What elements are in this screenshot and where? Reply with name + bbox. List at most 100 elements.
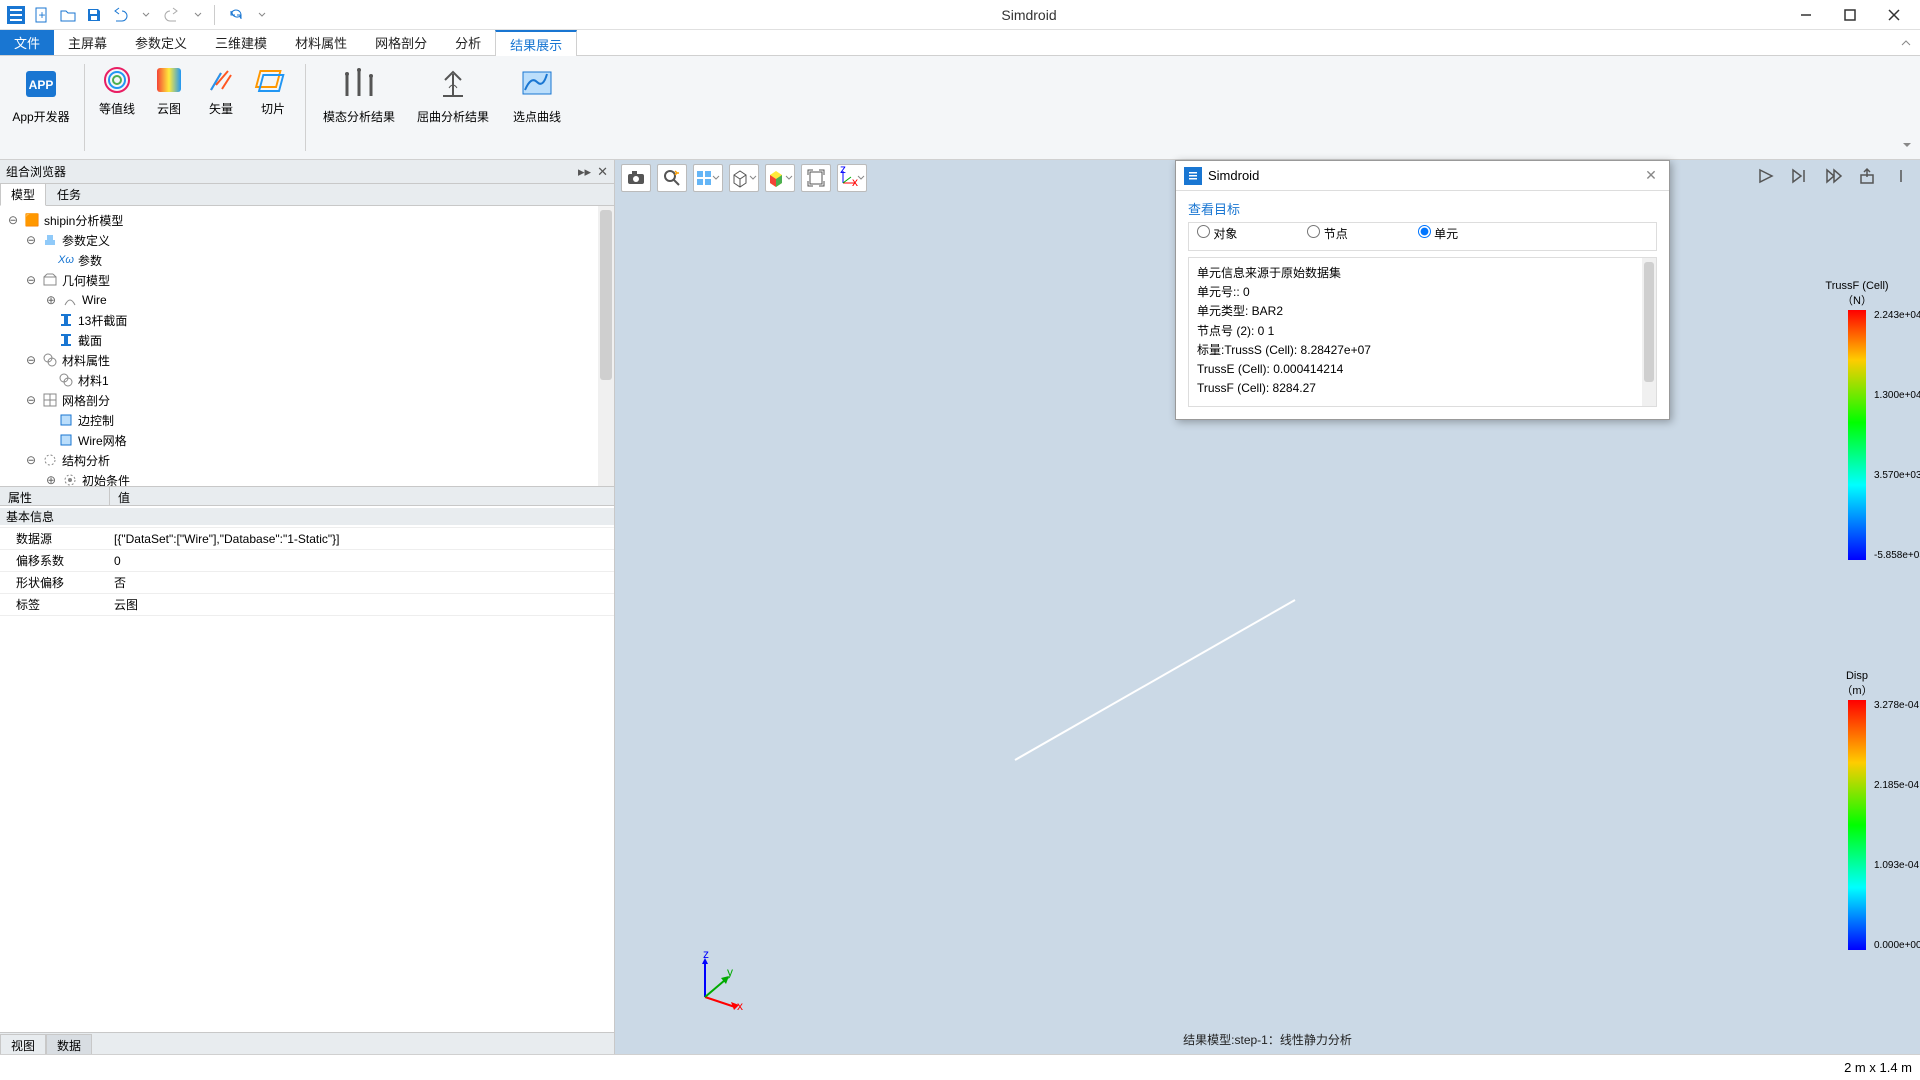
app-developer-button[interactable]: APP App开发器 — [6, 60, 76, 155]
prop-row[interactable]: 数据源[{"DataSet":["Wire"],"Database":"1-St… — [0, 528, 614, 550]
statusbar: 2 m x 1.4 m — [0, 1054, 1920, 1080]
undo-icon[interactable] — [108, 3, 132, 27]
tab-home[interactable]: 主屏幕 — [54, 30, 121, 55]
redo-dropdown-icon[interactable] — [186, 3, 210, 27]
tree-init-cond[interactable]: 初始条件 — [82, 472, 130, 487]
radio-node[interactable]: 节点 — [1307, 225, 1347, 242]
tab-mesh[interactable]: 网格剖分 — [361, 30, 441, 55]
export-icon[interactable] — [1852, 162, 1882, 190]
color-cube-icon[interactable] — [765, 164, 795, 192]
tree-struct[interactable]: 结构分析 — [62, 452, 110, 469]
fast-forward-icon[interactable]: ▸▸ — [578, 164, 591, 180]
contour-label: 等值线 — [99, 100, 135, 117]
buckling-result-button[interactable]: 屈曲分析结果 — [408, 60, 498, 155]
tab-results[interactable]: 结果展示 — [495, 30, 577, 56]
tree-section[interactable]: 截面 — [78, 332, 102, 349]
tab-params[interactable]: 参数定义 — [121, 30, 201, 55]
tree-wire[interactable]: Wire — [82, 293, 107, 307]
popup-title: Simdroid — [1208, 168, 1259, 183]
minimize-button[interactable] — [1784, 1, 1828, 29]
tab-3d[interactable]: 三维建模 — [201, 30, 281, 55]
tree-scrollbar[interactable] — [598, 206, 614, 486]
info-scrollbar[interactable] — [1642, 258, 1656, 406]
tree-geom[interactable]: 几何模型 — [62, 272, 110, 289]
tree-sec13[interactable]: 13杆截面 — [78, 312, 127, 329]
close-panel-icon[interactable]: ✕ — [597, 164, 608, 180]
zoom-icon[interactable] — [657, 164, 687, 192]
modal-result-button[interactable]: 模态分析结果 — [314, 60, 404, 155]
app-title: Simdroid — [274, 7, 1784, 23]
radio-cell[interactable]: 单元 — [1418, 225, 1458, 242]
cube-icon[interactable] — [729, 164, 759, 192]
refresh-dropdown-icon[interactable] — [250, 3, 274, 27]
close-button[interactable] — [1872, 1, 1916, 29]
new-icon[interactable]: + — [30, 3, 54, 27]
tab-material[interactable]: 材料属性 — [281, 30, 361, 55]
popup-header: 查看目标 — [1188, 199, 1657, 218]
init-cond-icon — [62, 472, 78, 486]
grid-icon[interactable] — [693, 164, 723, 192]
buckling-icon — [433, 64, 473, 104]
maximize-button[interactable] — [1828, 1, 1872, 29]
bottab-data[interactable]: 数据 — [46, 1034, 92, 1054]
save-icon[interactable] — [82, 3, 106, 27]
bottab-view[interactable]: 视图 — [0, 1034, 46, 1054]
step-fwd-icon[interactable] — [1784, 162, 1814, 190]
tree-material[interactable]: 材料属性 — [62, 352, 110, 369]
axis-icon[interactable]: zx — [837, 164, 867, 192]
redo-icon[interactable] — [160, 3, 184, 27]
struct-icon — [42, 452, 58, 468]
contour-button[interactable]: 等值线 — [93, 60, 141, 155]
ribbon-collapse-icon[interactable] — [1892, 30, 1920, 55]
slice-button[interactable]: 切片 — [249, 60, 297, 155]
subtab-model[interactable]: 模型 — [0, 184, 46, 206]
tab-file[interactable]: 文件 — [0, 30, 54, 55]
pick-curve-label: 选点曲线 — [513, 108, 561, 125]
open-icon[interactable] — [56, 3, 80, 27]
pick-curve-icon — [517, 64, 557, 104]
wire-icon — [62, 292, 78, 308]
info-line: 单元号:: 0 — [1197, 283, 1648, 302]
ribbon-tabs: 文件 主屏幕 参数定义 三维建模 材料属性 网格剖分 分析 结果展示 — [0, 30, 1920, 56]
tree-param-def[interactable]: 参数定义 — [62, 232, 110, 249]
prop-row[interactable]: 标签云图 — [0, 594, 614, 616]
viewport-status: 结果模型:step-1：线性静力分析 — [1183, 1031, 1352, 1048]
model-tree[interactable]: ⊖🟧shipin分析模型 ⊖参数定义 Xω参数 ⊖几何模型 ⊕Wire 13杆截… — [0, 206, 614, 486]
tree-material1[interactable]: 材料1 — [78, 372, 109, 389]
prop-row[interactable]: 偏移系数0 — [0, 550, 614, 572]
separator — [84, 64, 85, 151]
tree-mesh[interactable]: 网格剖分 — [62, 392, 110, 409]
pick-curve-button[interactable]: 选点曲线 — [502, 60, 572, 155]
more-icon[interactable] — [1886, 162, 1916, 190]
tree-edge-ctrl[interactable]: 边控制 — [78, 412, 114, 429]
viewport[interactable]: zx Simdroid ✕ 查看目标 对象 节点 单元 — [615, 160, 1920, 1054]
popup-close-icon[interactable]: ✕ — [1641, 167, 1661, 184]
refresh-icon[interactable] — [224, 3, 248, 27]
logo-icon[interactable] — [4, 3, 28, 27]
ribbon-body: APP App开发器 等值线 云图 矢量 切片 模态分析结果 屈曲分析结果 选点… — [0, 56, 1920, 160]
tree-root[interactable]: shipin分析模型 — [44, 212, 123, 229]
fit-icon[interactable] — [801, 164, 831, 192]
radio-object[interactable]: 对象 — [1197, 225, 1237, 242]
svg-text:+: + — [38, 8, 45, 22]
tree-wire-mesh[interactable]: Wire网格 — [78, 432, 127, 449]
material-icon — [42, 352, 58, 368]
separator — [214, 5, 220, 25]
app-developer-label: App开发器 — [12, 108, 69, 125]
prop-row[interactable]: 形状偏移否 — [0, 572, 614, 594]
legend1-title2: （N） — [1812, 292, 1902, 308]
camera-icon[interactable] — [621, 164, 651, 192]
ribbon-more-icon[interactable] — [1900, 137, 1914, 155]
info-line: 单元类型: BAR2 — [1197, 302, 1648, 321]
titlebar: + Simdroid — [0, 0, 1920, 30]
vector-button[interactable]: 矢量 — [197, 60, 245, 155]
undo-dropdown-icon[interactable] — [134, 3, 158, 27]
legend2-title2: （m） — [1812, 682, 1902, 698]
tab-analysis[interactable]: 分析 — [441, 30, 495, 55]
svg-text:y: y — [727, 965, 733, 979]
tree-param[interactable]: 参数 — [78, 252, 102, 269]
subtab-task[interactable]: 任务 — [46, 184, 92, 205]
play-icon[interactable] — [1750, 162, 1780, 190]
skip-end-icon[interactable] — [1818, 162, 1848, 190]
cloud-button[interactable]: 云图 — [145, 60, 193, 155]
